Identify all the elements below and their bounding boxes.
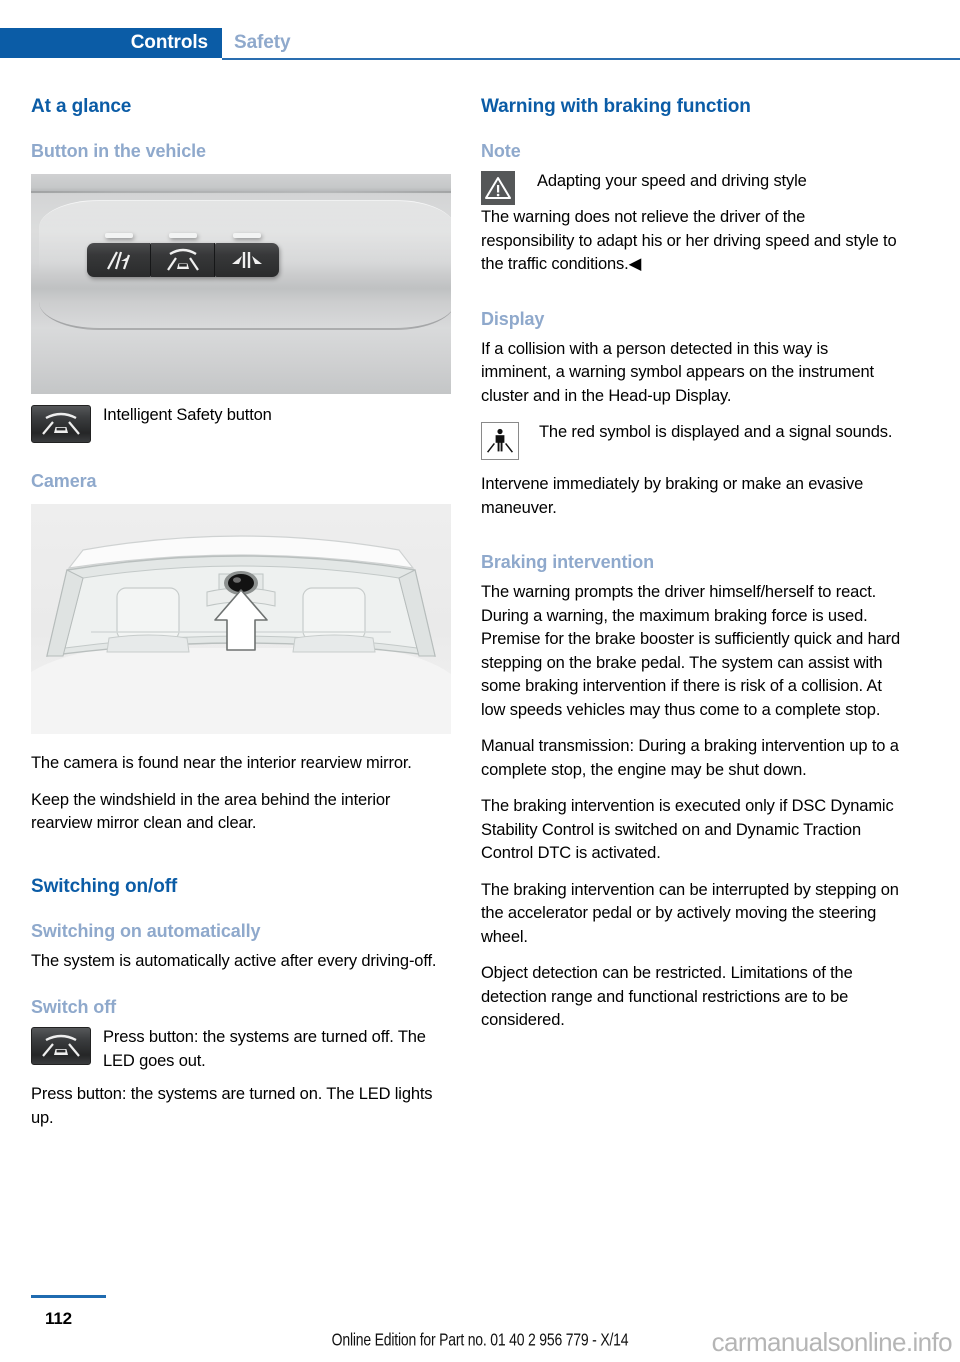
button-cluster [87, 233, 279, 277]
figure-button-in-vehicle [31, 174, 451, 394]
camera-paragraph-2: Keep the windshield in the area behind t… [31, 790, 391, 833]
right-column: Warning with braking function Note Adapt… [481, 95, 901, 1033]
left-column: At a glance Button in the vehicle Intell… [31, 95, 451, 1130]
panel-seam-line [31, 191, 451, 193]
camera-paragraph-1: The camera is found near the interior re… [31, 754, 412, 772]
tab-controls[interactable]: Controls [0, 28, 222, 58]
led-indicator [104, 233, 133, 238]
note-block: Adapting your speed and driving style [481, 170, 901, 206]
display-icon-text: The red symbol is displayed and a signal… [539, 423, 893, 441]
note-body: The warning does not relieve the driver … [481, 208, 897, 273]
heading-at-a-glance: At a glance [31, 96, 132, 117]
high-beam-assistant-button[interactable] [215, 233, 279, 277]
figure-camera-location [31, 504, 451, 734]
pedestrian-warning-icon [481, 422, 519, 460]
legend-intelligent-safety: Intelligent Safety button [31, 404, 451, 444]
intelligent-safety-caption: Intelligent Safety button [103, 406, 272, 424]
heading-warning-with-braking-function: Warning with braking function [481, 96, 751, 117]
heading-button-in-the-vehicle: Button in the vehicle [31, 141, 206, 161]
intelligent-safety-icon [31, 1027, 91, 1065]
page-number: 112 [45, 1309, 72, 1328]
display-paragraph-1: If a collision with a person detected in… [481, 339, 874, 405]
legend-pedestrian-warning: The red symbol is displayed and a signal… [481, 421, 901, 463]
braking-paragraph-5: Object detection can be restricted. Limi… [481, 964, 853, 1029]
note-first-line: Adapting your speed and driving style [537, 172, 807, 190]
heading-camera: Camera [31, 471, 97, 491]
switch-off-paragraph-1: Press button: the systems are turned on.… [31, 1085, 433, 1127]
tab-controls-label: Controls [130, 32, 208, 53]
braking-paragraph-2: Manual transmission: During a braking in… [481, 737, 899, 779]
warning-triangle-icon [481, 171, 515, 205]
page-footer: 112 Online Edition for Part no. 01 40 2 … [0, 1287, 960, 1362]
windshield-illustration [31, 535, 451, 734]
led-indicator [168, 233, 197, 238]
lane-departure-warning-button[interactable] [87, 233, 151, 277]
intelligent-safety-button[interactable] [151, 233, 215, 277]
heading-note: Note [481, 141, 521, 161]
intelligent-safety-icon [31, 405, 91, 443]
heading-braking-intervention: Braking intervention [481, 552, 655, 572]
site-watermark: carmanualsonline.info [711, 1327, 953, 1357]
footer-divider [31, 1295, 106, 1298]
heading-switch-off: Switch off [31, 997, 116, 1017]
heading-switching-on-off: Switching on/off [31, 875, 178, 897]
heading-display: Display [481, 308, 545, 329]
page-header: Controls Safety [0, 0, 960, 62]
switch-off-icon-text: Press button: the systems are turned off… [103, 1028, 426, 1070]
auto-paragraph-1: The system is automatically active after… [31, 951, 437, 970]
braking-paragraph-4: The braking intervention can be interrup… [481, 880, 899, 946]
braking-paragraph-1: The warning prompts the driver himself/h… [481, 583, 900, 719]
heading-switching-on-automatically: Switching on automatically [31, 920, 261, 941]
lane-departure-warning-icon [102, 249, 136, 271]
high-beam-assistant-icon [229, 250, 265, 270]
legend-switch-off: Press button: the systems are turned off… [31, 1026, 451, 1073]
led-indicator [233, 233, 261, 238]
display-paragraph-2: Intervene immediately by braking or make… [481, 475, 864, 517]
tab-safety[interactable]: Safety [234, 32, 291, 54]
braking-paragraph-3: The braking intervention is executed onl… [481, 797, 894, 862]
header-divider [222, 58, 960, 60]
intelligent-safety-icon [163, 248, 203, 272]
